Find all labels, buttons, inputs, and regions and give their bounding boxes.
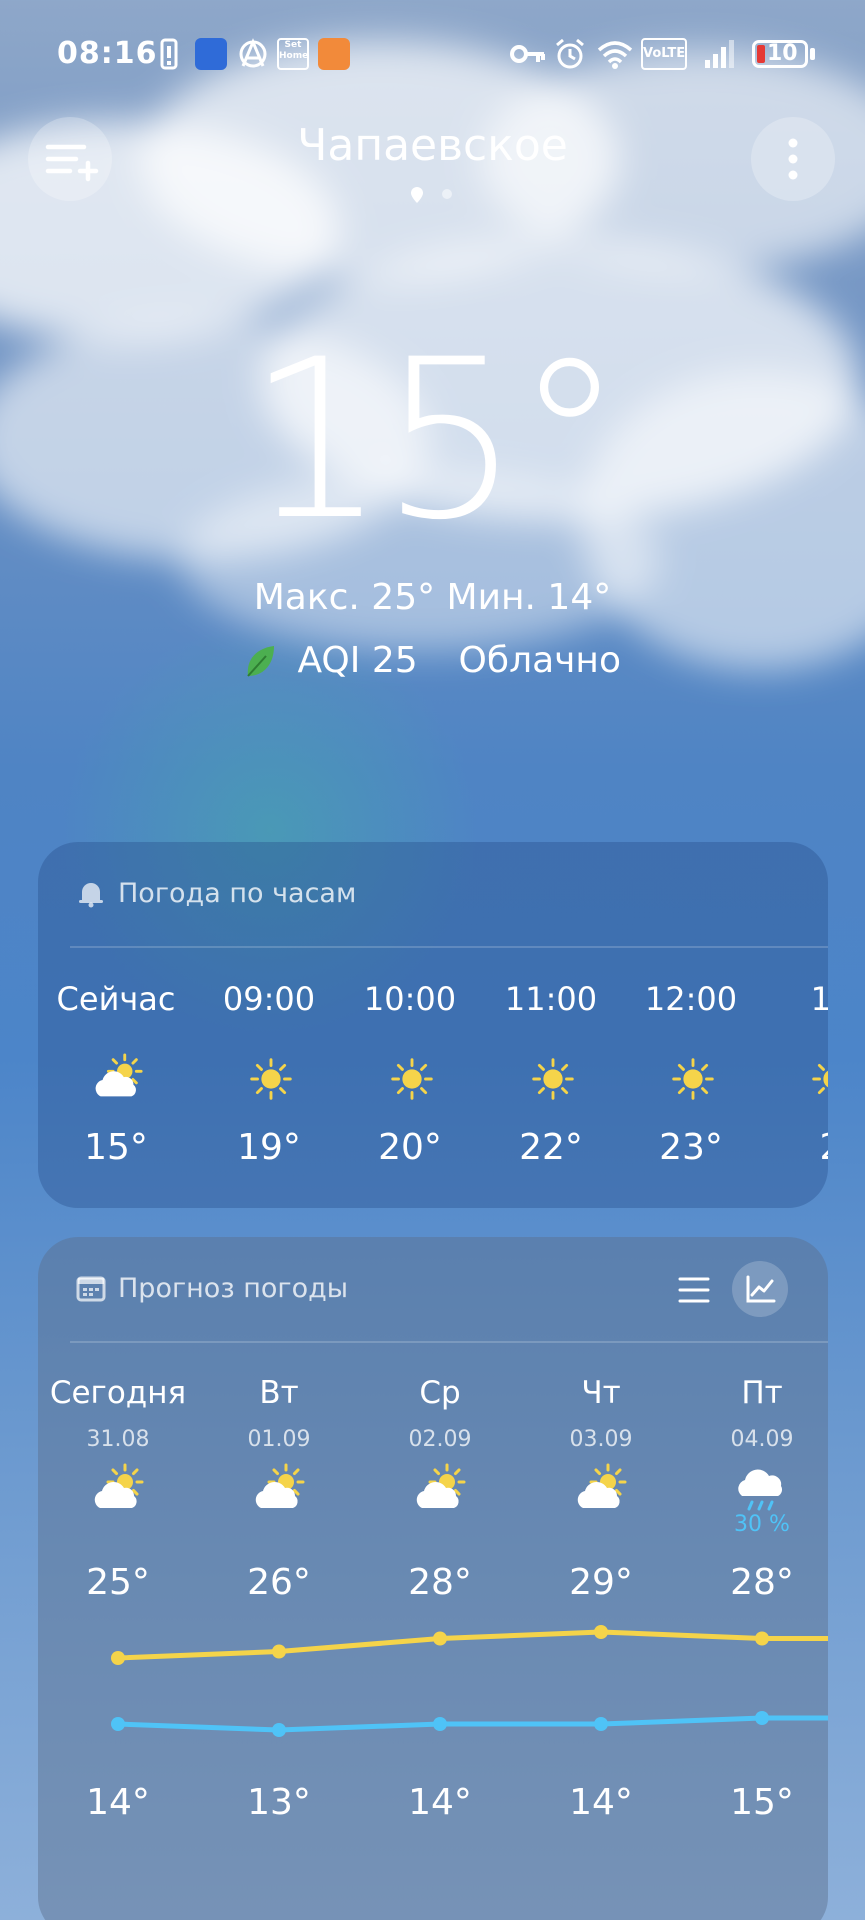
hourly-time: 13: [810, 980, 828, 1018]
battery-tip: [810, 48, 815, 60]
divider: [70, 946, 828, 948]
forecast-icon-wrap: [412, 1462, 468, 1518]
forecast-day-date: 31.08: [86, 1427, 150, 1452]
hourly-temp: 22°: [519, 1127, 583, 1168]
low-temp-point: [433, 1717, 447, 1731]
forecast-day-name: Вт: [259, 1375, 299, 1411]
forecast-low: 14°: [86, 1782, 150, 1823]
partly-cloudy-icon: [94, 1463, 144, 1508]
high-temp-point: [111, 1651, 125, 1665]
hourly-temp: 2: [761, 1127, 828, 1168]
partly-cloudy-icon: [255, 1463, 305, 1508]
hourly-temp: 19°: [237, 1127, 301, 1168]
sunny-icon: [812, 1063, 828, 1095]
more-options-button[interactable]: [751, 117, 835, 201]
forecast-icon-wrap: [734, 1462, 790, 1518]
hourly-temp: 23°: [659, 1127, 723, 1168]
forecast-high: 26°: [247, 1562, 311, 1603]
hourly-forecast-card[interactable]: Погода по часам Сейчас 15° 09:00 19° 10:00 20…: [38, 842, 828, 1208]
forecast-low: 14°: [569, 1782, 633, 1823]
hourly-time: 10:00: [363, 980, 457, 1018]
anarchy-app-icon: [239, 38, 267, 68]
sunny-icon: [250, 1058, 292, 1100]
forecast-day-name: Ср: [419, 1375, 461, 1411]
hourly-temp: 15°: [84, 1127, 148, 1168]
low-temp-line: [117, 1715, 828, 1733]
key-icon: [510, 45, 545, 63]
hourly-title: Погода по часам: [118, 878, 357, 909]
aqi-value: AQI 25: [297, 640, 418, 681]
battery-icon: 10: [752, 40, 808, 68]
forecast-low: 15°: [730, 1782, 794, 1823]
volte-badge: VoLTE: [641, 38, 687, 70]
daily-forecast-card[interactable]: Прогноз погоды Сегодня 31.08 25° 14° Вт 01.09…: [38, 1237, 828, 1920]
leaf-icon: [247, 646, 274, 677]
forecast-day-date: 04.09: [730, 1427, 794, 1452]
sunny-icon: [532, 1058, 574, 1100]
hourly-icon-wrap: [806, 1052, 828, 1106]
current-temperature: 15°: [246, 312, 625, 568]
hourly-icon-wrap: [666, 1052, 720, 1106]
sunny-icon: [391, 1058, 433, 1100]
low-temp-point: [111, 1717, 125, 1731]
battery-alert-icon: [160, 38, 178, 70]
high-temp-line: [117, 1629, 828, 1661]
hourly-icon-wrap: [526, 1052, 580, 1106]
forecast-low: 13°: [247, 1782, 311, 1823]
battery-level: 10: [767, 41, 798, 66]
forecast-icon-wrap: [251, 1462, 307, 1518]
forecast-day-date: 02.09: [408, 1427, 472, 1452]
forecast-day-date: 03.09: [569, 1427, 633, 1452]
hourly-icon-wrap: [385, 1052, 439, 1106]
forecast-day-date: 01.09: [247, 1427, 311, 1452]
forecast-high: 29°: [569, 1562, 633, 1603]
heart-app-icon: [318, 38, 350, 70]
current-condition: Облачно: [458, 640, 621, 681]
app-notification-icon: [195, 38, 227, 70]
more-vertical-icon: [788, 138, 798, 180]
forecast-icon-wrap: [573, 1462, 629, 1518]
hourly-time: 09:00: [222, 980, 316, 1018]
page-indicator: [411, 187, 452, 203]
rain-icon: [738, 1469, 783, 1511]
forecast-icon-wrap: [90, 1462, 146, 1518]
hourly-time: 11:00: [504, 980, 598, 1018]
high-temp-point: [433, 1631, 447, 1646]
hourly-time: 12:00: [644, 980, 738, 1018]
sunny-icon: [672, 1058, 714, 1100]
forecast-day-name: Пт: [741, 1375, 783, 1411]
bell-icon: [79, 883, 103, 908]
hourly-icon-wrap: [244, 1052, 298, 1106]
partly-cloudy-icon: [416, 1463, 466, 1508]
precipitation-chance: 30 %: [734, 1512, 790, 1537]
hourly-time: Сейчас: [56, 980, 176, 1018]
high-temp-point: [755, 1631, 769, 1646]
hourly-temp: 20°: [378, 1127, 442, 1168]
forecast-day-name: Сегодня: [49, 1375, 187, 1411]
signal-icon: [705, 40, 734, 68]
high-temp-point: [272, 1644, 286, 1659]
low-temp-point: [755, 1711, 769, 1725]
max-min-temperature: Макс. 25° Мин. 14°: [253, 577, 612, 618]
low-temp-point: [594, 1717, 608, 1731]
forecast-high: 28°: [730, 1562, 794, 1603]
wifi-icon: [597, 41, 633, 69]
low-temp-point: [272, 1723, 286, 1737]
partly-cloudy-icon: [577, 1463, 627, 1508]
forecast-low: 14°: [408, 1782, 472, 1823]
forecast-day-name: Чт: [581, 1375, 621, 1411]
sethome-app-icon: Set Home: [277, 38, 309, 70]
alarm-icon: [556, 38, 584, 69]
forecast-high: 25°: [86, 1562, 150, 1603]
high-temp-point: [594, 1625, 608, 1639]
status-bar: 08:16 Set Home VoLTE 10: [0, 0, 865, 110]
hourly-icon-wrap: [91, 1052, 145, 1106]
forecast-high: 28°: [408, 1562, 472, 1603]
status-time: 08:16: [57, 36, 158, 71]
partly-cloudy-icon: [95, 1053, 143, 1097]
city-name: Чапаевское: [297, 120, 568, 171]
aqi-condition-row[interactable]: AQI 25 Облачно: [0, 640, 865, 681]
